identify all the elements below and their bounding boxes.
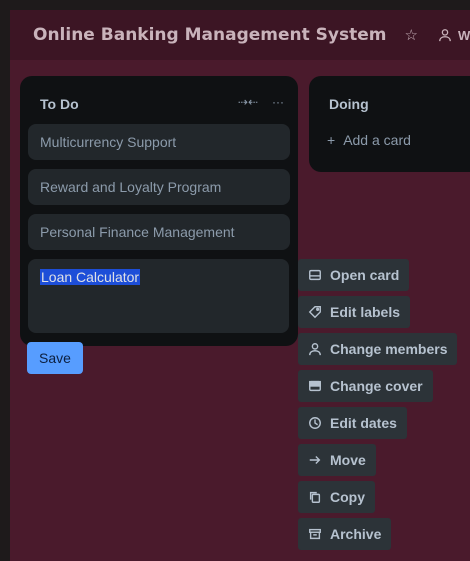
save-button[interactable]: Save: [27, 342, 83, 374]
members-icon: [439, 29, 451, 42]
star-icon[interactable]: ☆: [404, 26, 417, 44]
list-doing: Doing + Add a card: [309, 76, 470, 172]
change-cover-label: Change cover: [330, 378, 423, 394]
board-frame: Online Banking Management System ☆ Wor T…: [10, 10, 470, 561]
change-cover-button[interactable]: Change cover: [298, 370, 433, 402]
board-header: Online Banking Management System ☆ Wor: [10, 10, 470, 60]
arrow-right-icon: [308, 453, 322, 467]
copy-icon: [308, 490, 322, 504]
change-members-button[interactable]: Change members: [298, 333, 458, 365]
archive-label: Archive: [330, 526, 382, 542]
archive-button[interactable]: Archive: [298, 518, 392, 550]
change-members-label: Change members: [330, 341, 448, 357]
more-icon[interactable]: ···: [272, 95, 284, 109]
edit-labels-label: Edit labels: [330, 304, 401, 320]
card-title-input-text[interactable]: Loan Calculator: [40, 269, 141, 285]
add-card-button[interactable]: + Add a card: [327, 132, 411, 148]
copy-label: Copy: [330, 489, 365, 505]
board-title[interactable]: Online Banking Management System: [33, 25, 386, 45]
card-title: Personal Finance Management: [40, 224, 235, 240]
label-icon: [308, 305, 322, 319]
card-reward-loyalty-program[interactable]: Reward and Loyalty Program: [28, 169, 290, 205]
cover-icon: [308, 379, 322, 393]
list-title-todo[interactable]: To Do: [40, 96, 79, 112]
card-title: Multicurrency Support: [40, 134, 177, 150]
move-label: Move: [330, 452, 366, 468]
move-button[interactable]: Move: [298, 444, 376, 476]
copy-button[interactable]: Copy: [298, 481, 375, 513]
collapse-icon[interactable]: ⇢⇠: [238, 95, 258, 109]
open-card-button[interactable]: Open card: [298, 259, 410, 291]
open-card-label: Open card: [330, 267, 400, 283]
person-icon: [308, 342, 322, 356]
list-title-doing[interactable]: Doing: [329, 96, 369, 112]
card-title: Reward and Loyalty Program: [40, 179, 222, 195]
edit-dates-label: Edit dates: [330, 415, 397, 431]
clock-icon: [308, 416, 322, 430]
card-multicurrency-support[interactable]: Multicurrency Support: [28, 124, 290, 160]
card-personal-finance-management[interactable]: Personal Finance Management: [28, 214, 290, 250]
list-actions: ⇢⇠ ···: [238, 95, 284, 109]
workspace-label: Wor: [457, 27, 470, 43]
card-icon: [308, 268, 322, 282]
archive-icon: [308, 527, 322, 541]
edit-dates-button[interactable]: Edit dates: [298, 407, 407, 439]
card-title-editor[interactable]: Loan Calculator: [28, 259, 289, 333]
workspace-visibility-button[interactable]: Wor: [438, 28, 470, 43]
add-card-label: Add a card: [343, 132, 411, 148]
plus-icon: +: [327, 132, 336, 148]
edit-labels-button[interactable]: Edit labels: [298, 296, 411, 328]
